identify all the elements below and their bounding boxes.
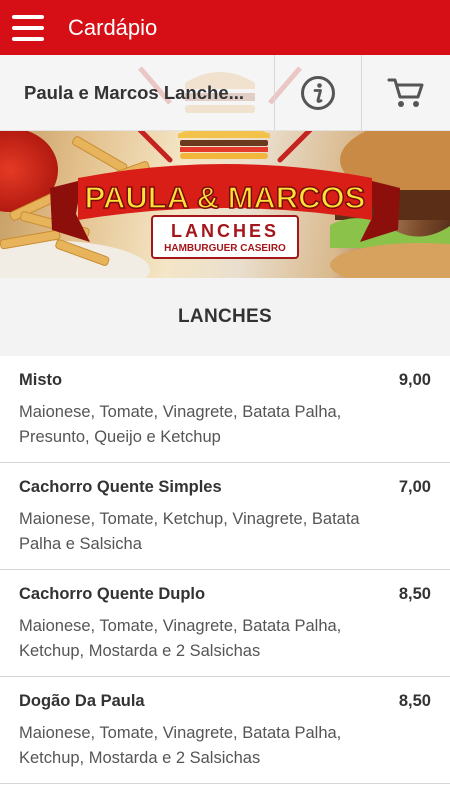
info-icon bbox=[301, 75, 336, 110]
logo-tagline-text: HAMBURGUER CASEIRO bbox=[164, 243, 286, 254]
menu-item[interactable]: Cachorro Quente Duplo 8,50 Maionese, Tom… bbox=[0, 570, 450, 677]
app-bar: Cardápio bbox=[0, 0, 450, 55]
app-bar-title: Cardápio bbox=[68, 14, 158, 40]
menu-item-price: 8,50 bbox=[398, 692, 431, 710]
store-name: Paula e Marcos Lanche... bbox=[24, 81, 245, 103]
menu-item[interactable]: Misto 9,00 Maionese, Tomate, Vinagrete, … bbox=[0, 356, 450, 463]
menu-item-price: 8,50 bbox=[398, 585, 431, 603]
menu-item-description: Maionese, Tomate, Vinagrete, Batata Palh… bbox=[19, 617, 342, 660]
logo-burger-icon bbox=[178, 130, 270, 159]
menu-item[interactable]: Cachorro Quente Simples 7,00 Maionese, T… bbox=[0, 463, 450, 570]
logo-main-text: PAULA & MARCOS bbox=[85, 180, 366, 215]
info-button[interactable] bbox=[273, 55, 362, 130]
menu-item-name: Cachorro Quente Duplo bbox=[19, 585, 206, 603]
menu-item-name: Dogão Da Paula bbox=[19, 692, 145, 710]
section-header: LANCHES bbox=[0, 278, 450, 356]
store-bar: Paula e Marcos Lanche... bbox=[0, 55, 450, 131]
cart-button[interactable] bbox=[361, 55, 450, 130]
hamburger-menu-icon[interactable] bbox=[12, 14, 44, 41]
store-banner: PAULA & MARCOS LANCHES HAMBURGUER CASEIR… bbox=[0, 130, 450, 278]
menu-item-name: Misto bbox=[19, 371, 63, 389]
banner-graphic: PAULA & MARCOS LANCHES HAMBURGUER CASEIR… bbox=[0, 130, 450, 278]
menu-item-description: Maionese, Tomate, Ketchup, Vinagrete, Ba… bbox=[19, 510, 360, 553]
section-title: LANCHES bbox=[178, 306, 272, 327]
menu-item-price: 7,00 bbox=[398, 478, 431, 496]
menu-item[interactable]: Dogão Da Paula 8,50 Maionese, Tomate, Vi… bbox=[0, 677, 450, 784]
logo-sub-text: LANCHES bbox=[171, 221, 279, 241]
menu-item-price: 9,00 bbox=[398, 371, 431, 389]
menu-item-description: Maionese, Tomate, Vinagrete, Batata Palh… bbox=[19, 403, 342, 446]
menu-item-description: Maionese, Tomate, Vinagrete, Batata Palh… bbox=[19, 724, 342, 767]
menu-item-name: Cachorro Quente Simples bbox=[19, 478, 222, 496]
cart-icon bbox=[387, 78, 424, 107]
menu-list: Misto 9,00 Maionese, Tomate, Vinagrete, … bbox=[0, 356, 450, 784]
